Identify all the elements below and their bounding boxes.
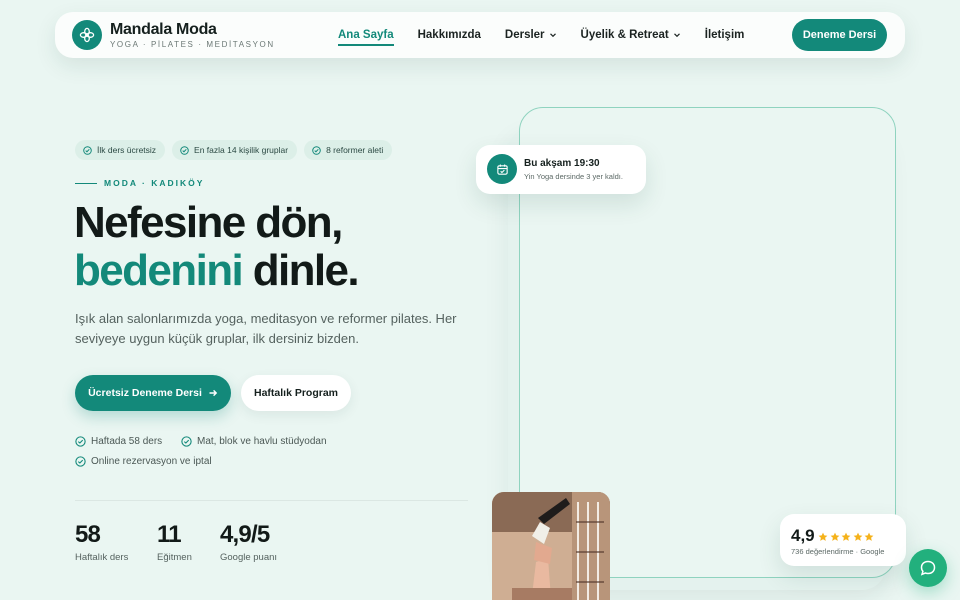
badge-label: En fazla 14 kişilik gruplar [194,145,289,155]
location-eyebrow: MODA · KADIKÖY [75,178,204,188]
nav-item-label: Üyelik & Retreat [580,29,669,41]
feature-item: Online rezervasyon ve iptal [75,456,212,467]
stat-label: Haftalık ders [75,552,129,563]
eyebrow-text: MODA · KADIKÖY [104,178,205,188]
stat-value: 58 [75,521,101,548]
star-icon [853,529,863,541]
weekly-schedule-button[interactable]: Haftalık Program [241,375,351,411]
check-circle-icon [75,456,86,467]
badge-label: 8 reformer aleti [326,145,384,155]
rating-score: 4,9 [791,526,815,545]
star-icon [864,529,874,541]
stat-label: Google puanı [220,552,278,563]
main-menu: Ana Sayfa Hakkımızda Dersler Üyelik & Re… [338,12,768,58]
stats-divider [75,500,468,501]
badge: 8 reformer aleti [304,140,393,160]
badge: En fazla 14 kişilik gruplar [172,140,298,160]
stat-instructors: 11 Eğitmen [157,521,192,563]
feature-item: Haftada 58 ders [75,436,162,447]
feature-label: Mat, blok ve havlu stüdyodan [197,436,327,447]
nav-item-classes[interactable]: Dersler [505,12,557,58]
check-circle-icon [75,436,86,447]
nav-item-about[interactable]: Hakkımızda [418,12,481,58]
google-rating-card[interactable]: 4,9 736 değerlendirme · Google [780,514,906,566]
free-trial-label: Ücretsiz Deneme Dersi [88,387,202,399]
star-icon [841,529,851,541]
badge-label: İlk ders ücretsiz [97,145,157,155]
brand[interactable]: Mandala Moda YOGA · PİLATES · MEDİTASYON [110,21,275,49]
check-circle-icon [312,145,321,155]
star-icon [830,529,840,541]
rating-stars [818,529,876,541]
rating-subtitle: 736 değerlendirme · Google [791,547,885,556]
feature-item: Mat, blok ve havlu stüdyodan [181,436,327,447]
check-circle-icon [180,145,189,155]
stat-value: 11 [157,521,182,548]
upcoming-class-card[interactable]: Bu akşam 19:30 Yin Yoga dersinde 3 yer k… [476,145,646,194]
feature-label: Online rezervasyon ve iptal [91,456,212,467]
event-title: Bu akşam 19:30 [524,158,600,169]
top-navbar: Mandala Moda YOGA · PİLATES · MEDİTASYON… [55,12,905,58]
hero-lead: Işık alan salonlarımızda yoga, meditasyo… [75,311,457,346]
stat-label: Eğitmen [157,552,192,563]
event-subtitle: Yin Yoga dersinde 3 yer kaldı. [524,172,623,181]
nav-item-membership[interactable]: Üyelik & Retreat [581,12,681,58]
star-icon [818,529,828,541]
headline-line1: Nefesine dön, [74,198,343,247]
stat-weekly-classes: 58 Haftalık ders [75,521,128,563]
chevron-down-icon [673,31,681,39]
stat-google-rating: 4,9/5 Google puanı [220,521,277,563]
hero-headline: Nefesine dön, bedenini dinle. [74,198,360,295]
nav-item-label: Hakkımızda [417,29,481,41]
headline-accent: bedenini [74,246,244,295]
trial-class-button[interactable]: Deneme Dersi [792,19,887,51]
chevron-down-icon [549,31,557,39]
brand-name: Mandala Moda [110,21,217,38]
check-circle-icon [181,436,192,447]
eyebrow-line [75,182,97,184]
nav-item-label: İletişim [704,29,745,41]
reformer-pilates-photo [492,492,610,600]
nav-item-label: Ana Sayfa [338,29,394,41]
calendar-check-icon [487,154,517,184]
feature-label: Haftada 58 ders [91,436,163,447]
headline-rest: dinle. [242,246,360,295]
check-circle-icon [83,145,92,155]
brand-tagline: YOGA · PİLATES · MEDİTASYON [110,40,275,49]
nav-item-contact[interactable]: İletişim [705,12,745,58]
flower-logo-icon[interactable] [72,20,102,50]
feature-badges: İlk ders ücretsiz En fazla 14 kişilik gr… [75,140,399,160]
chat-bubble-icon[interactable] [909,549,947,587]
badge: İlk ders ücretsiz [75,140,166,160]
arrow-right-icon [209,389,218,397]
nav-item-label: Dersler [504,29,545,41]
stat-value: 4,9/5 [220,521,270,548]
free-trial-button[interactable]: Ücretsiz Deneme Dersi [75,375,231,411]
nav-item-home[interactable]: Ana Sayfa [338,12,394,58]
